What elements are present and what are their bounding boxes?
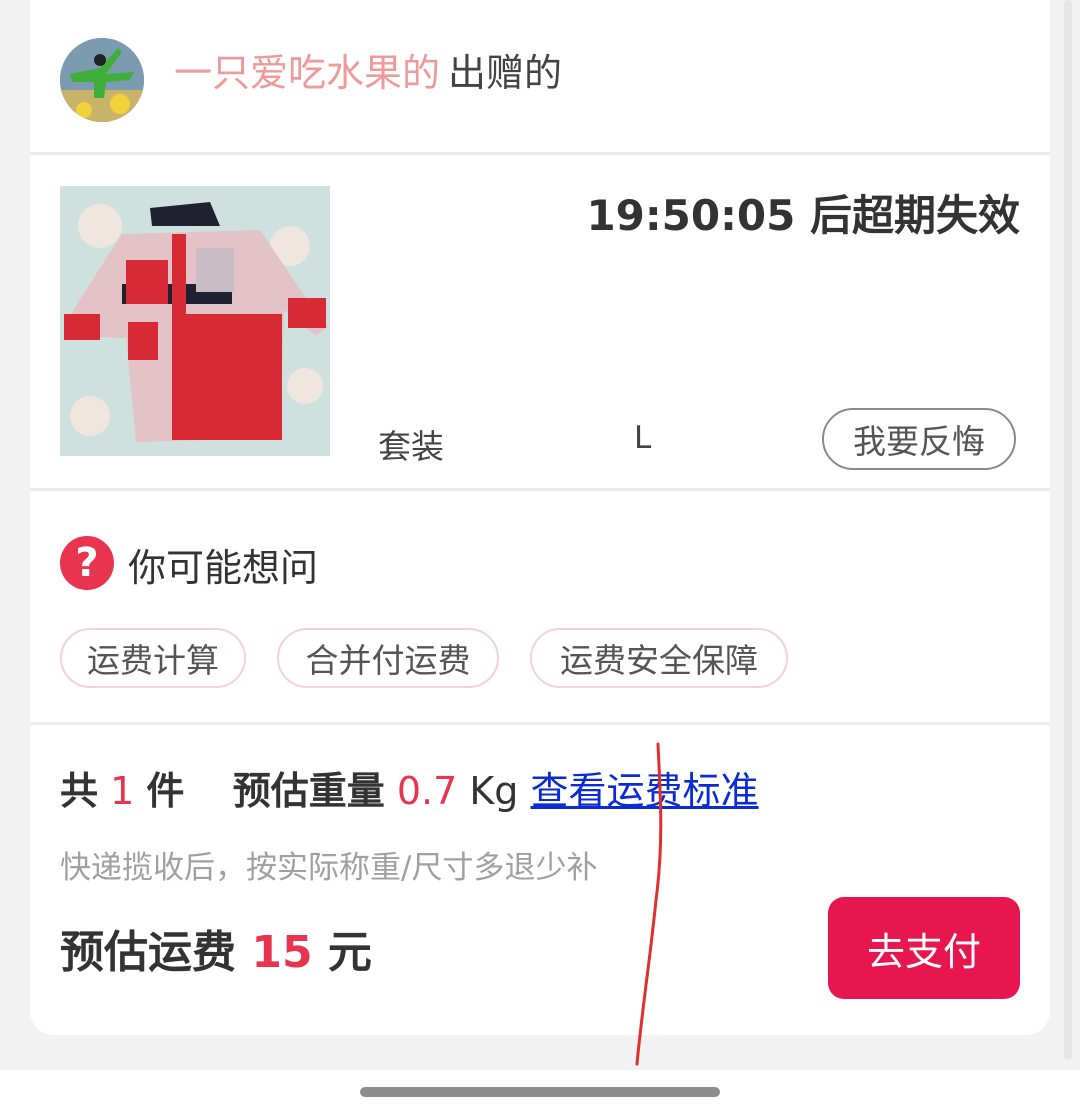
giver-name[interactable]: 一只爱吃水果的 (174, 51, 440, 95)
estimated-fee: 预估运费 15 元 (60, 925, 372, 981)
fee-value: 15 (251, 927, 313, 978)
faq-chip-shipping-calc[interactable]: 运费计算 (60, 628, 246, 688)
faq-title: 你可能想问 (128, 546, 319, 590)
item-size: L (634, 420, 652, 456)
giver-suffix: 出赠的 (448, 51, 563, 95)
expiry-countdown: 19:50:05 后超期失效 (586, 191, 1020, 240)
giver-line: 一只爱吃水果的 出赠的 (174, 48, 562, 98)
divider (30, 488, 1050, 491)
shipping-standard-link[interactable]: 查看运费标准 (531, 769, 759, 813)
faq-chip-shipping-guarantee[interactable]: 运费安全保障 (530, 628, 788, 688)
fee-unit: 元 (327, 927, 372, 978)
scrollbar[interactable] (1064, 0, 1072, 1060)
shipping-note: 快递揽收后，按实际称重/尺寸多退少补 (60, 850, 598, 886)
pay-button[interactable]: 去支付 (828, 897, 1020, 999)
question-icon: ? (60, 536, 114, 590)
weight-label: 预估重量 (232, 769, 385, 813)
giver-avatar[interactable] (60, 38, 144, 122)
order-card: 一只爱吃水果的 出赠的 19:50:05 后超期失效 套装 L 我要反悔 ? 你可… (30, 0, 1050, 1035)
fee-label: 预估运费 (60, 927, 236, 978)
weight-value: 0.7 (396, 769, 458, 813)
count-prefix: 共 (60, 769, 99, 813)
item-name: 套装 (378, 427, 444, 466)
regret-button[interactable]: 我要反悔 (822, 408, 1016, 470)
item-count: 1 (110, 769, 135, 813)
divider (30, 722, 1050, 725)
count-suffix: 件 (146, 769, 185, 813)
weight-unit: Kg (469, 769, 519, 813)
divider (30, 152, 1050, 155)
product-image[interactable] (60, 186, 330, 456)
faq-chip-combine-shipping[interactable]: 合并付运费 (277, 628, 499, 688)
shipping-summary: 共 1 件 预估重量 0.7 Kg 查看运费标准 (60, 766, 759, 816)
home-indicator[interactable] (360, 1087, 720, 1097)
